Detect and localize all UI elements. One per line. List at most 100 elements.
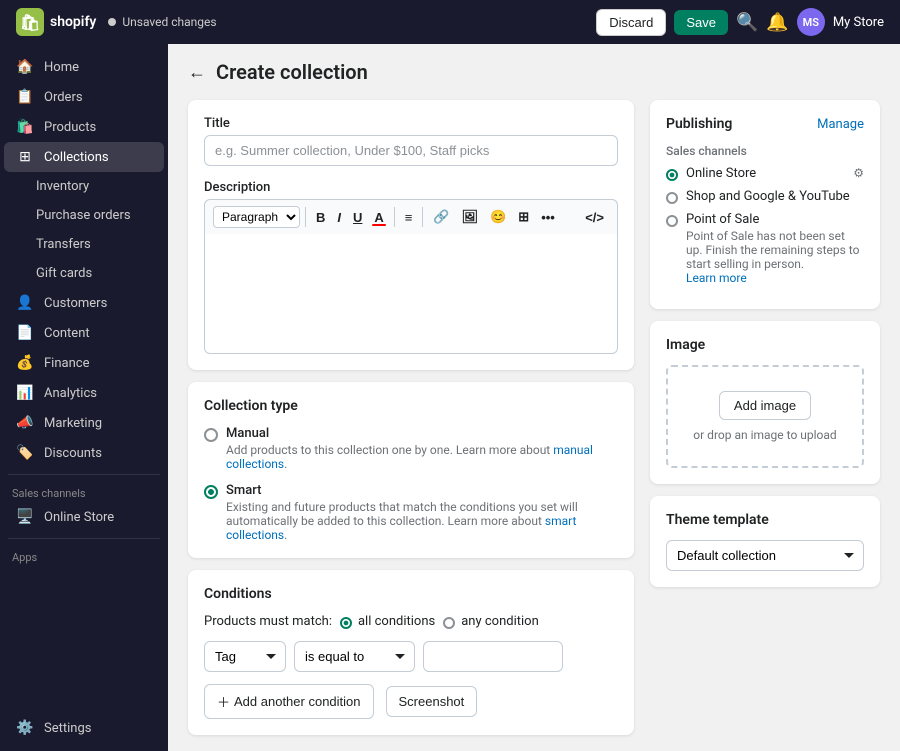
- align-button[interactable]: ≡: [400, 207, 418, 228]
- orders-icon: 📋: [16, 89, 34, 105]
- sidebar-item-transfers[interactable]: Transfers: [4, 230, 164, 259]
- channel-shop-google: Shop and Google & YouTube: [666, 189, 864, 204]
- sidebar-item-analytics[interactable]: 📊 Analytics: [4, 378, 164, 408]
- conditions-match-row: Products must match: all conditions any …: [204, 614, 618, 629]
- italic-button[interactable]: I: [332, 207, 346, 228]
- back-button[interactable]: ←: [188, 62, 206, 83]
- avatar[interactable]: MS: [797, 8, 825, 36]
- shop-google-name: Shop and Google & YouTube: [686, 189, 864, 204]
- sidebar-label-settings: Settings: [44, 721, 91, 736]
- paragraph-select[interactable]: Paragraph: [213, 206, 300, 228]
- tag-select[interactable]: Tag Title Type Vendor Price: [204, 641, 286, 672]
- sidebar-item-gift-cards[interactable]: Gift cards: [4, 259, 164, 288]
- sidebar-label-analytics: Analytics: [44, 386, 97, 401]
- smart-desc-period: .: [284, 528, 287, 542]
- link-button[interactable]: 🔗: [428, 206, 454, 228]
- manage-link[interactable]: Manage: [817, 117, 864, 132]
- manual-desc-text: Add products to this collection one by o…: [226, 443, 553, 457]
- smart-option-content: Smart Existing and future products that …: [226, 483, 618, 542]
- add-condition-button[interactable]: ＋ Add another condition: [204, 684, 374, 719]
- main-content: ← Create collection Title Description Pa…: [168, 44, 900, 751]
- online-store-name: Online Store: [686, 166, 845, 181]
- sidebar-bottom: ⚙️ Settings: [0, 713, 168, 743]
- title-input[interactable]: [204, 135, 618, 166]
- apps-section-label: Apps: [0, 545, 168, 566]
- sidebar-label-customers: Customers: [44, 296, 107, 311]
- color-button[interactable]: A: [369, 207, 388, 228]
- any-condition-radio[interactable]: [443, 617, 455, 629]
- condition-value-input[interactable]: [423, 641, 563, 672]
- manual-radio[interactable]: [204, 428, 218, 442]
- image-upload-area[interactable]: Add image or drop an image to upload: [666, 365, 864, 468]
- unsaved-badge: Unsaved changes: [108, 15, 216, 29]
- shopify-bag-icon: 🛍: [16, 8, 44, 36]
- products-icon: 🛍️: [16, 119, 34, 135]
- all-conditions-radio[interactable]: [340, 617, 352, 629]
- theme-template-select[interactable]: Default collection Custom Featured: [666, 540, 864, 571]
- sidebar-item-marketing[interactable]: 📣 Marketing: [4, 408, 164, 438]
- any-option: any condition: [443, 614, 539, 629]
- sidebar-item-content[interactable]: 📄 Content: [4, 318, 164, 348]
- sidebar-divider-2: [8, 538, 160, 539]
- emoji-button[interactable]: 😊: [485, 206, 511, 228]
- image-title: Image: [666, 337, 864, 353]
- layout: 🏠 Home 📋 Orders 🛍️ Products ⊞ Collection…: [0, 44, 900, 751]
- screenshot-button[interactable]: Screenshot: [386, 686, 478, 717]
- shop-google-radio[interactable]: [666, 192, 678, 204]
- publishing-title: Publishing: [666, 116, 732, 132]
- upload-hint: or drop an image to upload: [684, 428, 846, 442]
- online-store-icon: 🖥️: [16, 509, 34, 525]
- manual-desc: Add products to this collection one by o…: [226, 443, 618, 471]
- all-conditions-label: all conditions: [358, 614, 435, 629]
- manual-option[interactable]: Manual Add products to this collection o…: [204, 426, 618, 471]
- home-icon: 🏠: [16, 59, 34, 75]
- online-store-radio[interactable]: [666, 169, 678, 181]
- code-button[interactable]: </>: [580, 207, 609, 228]
- sidebar-item-discounts[interactable]: 🏷️ Discounts: [4, 438, 164, 468]
- sidebar-item-inventory[interactable]: Inventory: [4, 172, 164, 201]
- shopify-logo-text: shopify: [50, 14, 96, 30]
- bell-icon[interactable]: 🔔: [766, 12, 788, 33]
- sidebar-item-orders[interactable]: 📋 Orders: [4, 82, 164, 112]
- condition-inputs-row: Tag Title Type Vendor Price is equal to …: [204, 641, 618, 672]
- sidebar-label-marketing: Marketing: [44, 416, 102, 431]
- image-button[interactable]: 🖼: [457, 206, 484, 228]
- add-image-button[interactable]: Add image: [719, 391, 811, 420]
- more-button[interactable]: •••: [536, 207, 560, 228]
- collection-type-title: Collection type: [204, 398, 618, 414]
- pos-learn-more-link[interactable]: Learn more: [686, 271, 747, 285]
- online-store-settings-icon[interactable]: ⚙: [853, 166, 864, 180]
- save-button[interactable]: Save: [674, 10, 728, 35]
- sidebar-item-products[interactable]: 🛍️ Products: [4, 112, 164, 142]
- operator-select[interactable]: is equal to is not equal to starts with …: [294, 641, 415, 672]
- sidebar-item-purchase-orders[interactable]: Purchase orders: [4, 201, 164, 230]
- table-button[interactable]: ⊞: [513, 206, 534, 228]
- bold-button[interactable]: B: [311, 207, 330, 228]
- topbar-icons: 🔍 🔔: [736, 12, 789, 33]
- sidebar-label-content: Content: [44, 326, 90, 341]
- smart-radio[interactable]: [204, 485, 218, 499]
- underline-button[interactable]: U: [348, 207, 367, 228]
- sidebar-item-settings[interactable]: ⚙️ Settings: [4, 713, 164, 743]
- publishing-card: Publishing Manage Sales channels Online …: [650, 100, 880, 309]
- sidebar-item-customers[interactable]: 👤 Customers: [4, 288, 164, 318]
- smart-option[interactable]: Smart Existing and future products that …: [204, 483, 618, 542]
- condition-actions: ＋ Add another condition Screenshot: [204, 684, 618, 719]
- store-name[interactable]: My Store: [833, 15, 884, 30]
- page-header: ← Create collection: [188, 60, 880, 84]
- image-card: Image Add image or drop an image to uplo…: [650, 321, 880, 484]
- sidebar-item-collections[interactable]: ⊞ Collections: [4, 142, 164, 172]
- channel-pos: Point of Sale Point of Sale has not been…: [666, 212, 864, 285]
- description-body[interactable]: [204, 234, 618, 354]
- sidebar-item-online-store[interactable]: 🖥️ Online Store: [4, 502, 164, 532]
- plus-icon: ＋: [217, 692, 230, 711]
- content-main: Title Description Paragraph B I U A: [188, 100, 634, 735]
- sidebar-item-home[interactable]: 🏠 Home: [4, 52, 164, 82]
- pos-radio[interactable]: [666, 215, 678, 227]
- title-description-card: Title Description Paragraph B I U A: [188, 100, 634, 370]
- sidebar-item-finance[interactable]: 💰 Finance: [4, 348, 164, 378]
- discard-button[interactable]: Discard: [596, 9, 666, 36]
- toolbar-divider-2: [394, 207, 395, 227]
- conditions-title: Conditions: [204, 586, 618, 602]
- search-icon[interactable]: 🔍: [736, 12, 758, 33]
